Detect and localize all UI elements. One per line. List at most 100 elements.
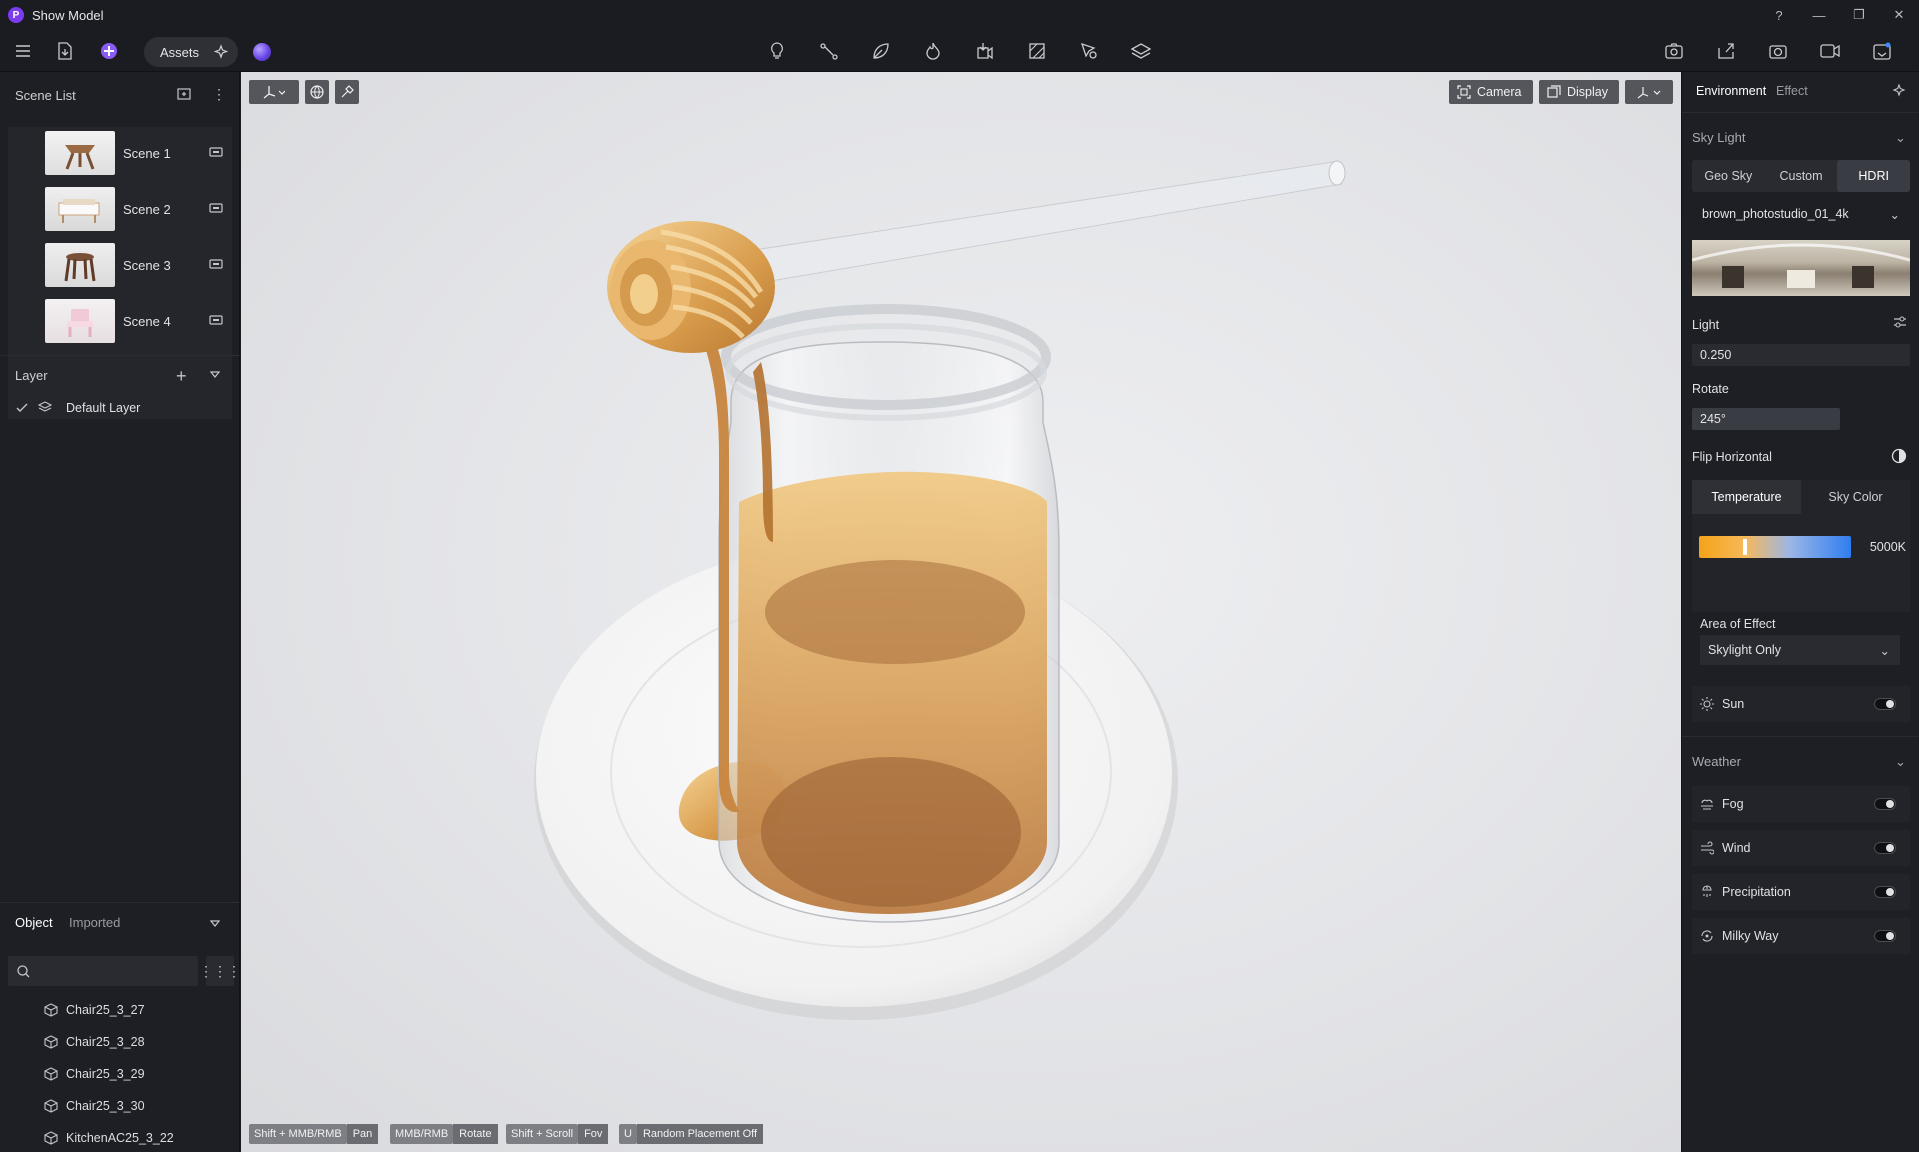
check-icon[interactable] <box>16 401 28 416</box>
tab-effect[interactable]: Effect <box>1776 84 1808 98</box>
layers-stack-icon[interactable] <box>1128 38 1154 64</box>
render-scene <box>534 160 1346 1020</box>
main-toolbar: Assets <box>0 30 1919 72</box>
galaxy-icon <box>1701 930 1713 942</box>
list-item[interactable]: KitchenAC25_3_22 <box>0 1125 240 1151</box>
list-item[interactable]: Chair25_3_29 <box>0 1061 240 1087</box>
fog-toggle-row[interactable]: Fog <box>1692 786 1910 822</box>
sky-mode-hdri[interactable]: HDRI <box>1837 160 1911 192</box>
chevron-down-icon[interactable]: ⌄ <box>1895 130 1906 145</box>
import-file-icon[interactable] <box>52 38 78 64</box>
tab-sky-color[interactable]: Sky Color <box>1801 480 1910 514</box>
list-item[interactable]: Chair25_3_30 <box>0 1093 240 1119</box>
list-item[interactable]: Chair25_3_28 <box>0 1029 240 1055</box>
leaf-icon[interactable] <box>868 38 894 64</box>
more-options-icon[interactable]: ⋮ <box>212 86 226 103</box>
scene-camera-icon[interactable] <box>209 202 223 214</box>
scene-camera-icon[interactable] <box>209 146 223 158</box>
texture-icon[interactable] <box>1024 38 1050 64</box>
material-orb-icon[interactable] <box>253 43 271 61</box>
precipitation-label: Precipitation <box>1722 885 1791 899</box>
chevron-down-icon[interactable]: ⌄ <box>1895 754 1906 769</box>
add-scene-icon[interactable] <box>177 88 191 103</box>
object-label: Chair25_3_28 <box>66 1035 145 1049</box>
wind-toggle[interactable] <box>1874 842 1896 854</box>
area-of-effect-dropdown[interactable]: Skylight Only ⌄ <box>1700 635 1900 665</box>
scene-item[interactable]: Scene 1 <box>8 127 232 183</box>
filter-icon[interactable] <box>209 917 221 932</box>
sky-mode-custom[interactable]: Custom <box>1765 160 1838 192</box>
rotate-input[interactable]: 245° <box>1692 408 1840 430</box>
contrast-toggle-icon[interactable] <box>1891 448 1907 467</box>
milky-way-toggle-row[interactable]: Milky Way <box>1692 918 1910 954</box>
sky-mode-geo-sky[interactable]: Geo Sky <box>1692 160 1765 192</box>
tab-object[interactable]: Object <box>15 915 53 930</box>
scene-list-title: Scene List <box>15 87 76 103</box>
add-layer-icon[interactable]: + <box>176 366 187 387</box>
temperature-slider[interactable] <box>1699 536 1851 558</box>
hdri-preview[interactable] <box>1692 240 1910 296</box>
wind-icon <box>1701 841 1714 855</box>
path-tool-icon[interactable] <box>816 38 842 64</box>
slider-handle[interactable] <box>1743 539 1747 555</box>
scene-item[interactable]: Scene 4 <box>8 295 232 351</box>
shortcut-hint: U Random Placement Off <box>619 1124 764 1144</box>
ai-assistant-icon[interactable] <box>96 38 122 64</box>
layer-item[interactable]: Default Layer <box>0 394 240 422</box>
light-bulb-icon[interactable] <box>764 38 790 64</box>
help-icon[interactable]: ? <box>1759 0 1799 30</box>
paint-pen-icon[interactable] <box>1076 38 1102 64</box>
tab-temperature[interactable]: Temperature <box>1692 480 1801 514</box>
sparkle-icon[interactable] <box>213 44 230 63</box>
sparkle-settings-icon[interactable] <box>1892 83 1907 101</box>
hdri-dropdown[interactable]: brown_photostudio_01_4k ⌄ <box>1692 200 1910 228</box>
restore-button[interactable]: ❐ <box>1839 0 1879 30</box>
tab-imported[interactable]: Imported <box>69 915 120 930</box>
fire-icon[interactable] <box>920 38 946 64</box>
scene-camera-icon[interactable] <box>209 258 223 270</box>
scene-item[interactable]: Scene 2 <box>8 183 232 239</box>
render-camera-icon[interactable] <box>1661 38 1687 64</box>
wind-toggle-row[interactable]: Wind <box>1692 830 1910 866</box>
object-search-input[interactable] <box>8 956 198 986</box>
scene-item[interactable]: Scene 3 <box>8 239 232 295</box>
filter-icon[interactable] <box>209 368 221 383</box>
wind-label: Wind <box>1722 841 1751 855</box>
cube-icon <box>44 1131 58 1145</box>
chevron-down-icon: ⌄ <box>1889 207 1900 222</box>
fog-label: Fog <box>1722 797 1744 811</box>
precipitation-toggle-row[interactable]: Precipitation <box>1692 874 1910 910</box>
close-button[interactable]: ✕ <box>1879 0 1919 30</box>
cube-icon <box>44 1067 58 1081</box>
scene-camera-icon[interactable] <box>209 314 223 326</box>
precipitation-toggle[interactable] <box>1874 886 1896 898</box>
sun-toggle-row[interactable]: Sun <box>1692 686 1910 722</box>
tab-environment[interactable]: Environment <box>1696 84 1766 98</box>
publish-icon[interactable] <box>1869 38 1895 64</box>
hint-key: MMB/RMB <box>390 1124 454 1144</box>
minimize-button[interactable]: — <box>1799 0 1839 30</box>
left-panel: Scene List ⋮ Scene 1 Scene 2 Scene 3 Sce… <box>0 72 241 1152</box>
adjust-icon[interactable] <box>1893 316 1907 331</box>
assets-button[interactable]: Assets <box>144 37 238 67</box>
cube-icon <box>44 1003 58 1017</box>
menu-icon[interactable] <box>10 38 36 64</box>
scene-list-header: Scene List ⋮ <box>0 75 240 115</box>
fog-toggle[interactable] <box>1874 798 1896 810</box>
list-item[interactable]: Chair25_3_27 <box>0 997 240 1023</box>
scene-thumbnail <box>45 299 115 343</box>
title-bar: P Show Model ? — ❐ ✕ <box>0 0 1919 30</box>
milky-way-toggle[interactable] <box>1874 930 1896 942</box>
video-icon[interactable] <box>1817 38 1843 64</box>
grid-view-button[interactable]: ⋮⋮⋮ <box>199 956 241 986</box>
scene-thumbnail <box>45 243 115 287</box>
light-intensity-input[interactable]: 0.250 <box>1692 344 1910 366</box>
screenshot-icon[interactable] <box>1765 38 1791 64</box>
hint-action: Rotate <box>453 1124 498 1144</box>
viewport-3d[interactable]: Camera Display Shift + MMB/RMB Pan MMB/R… <box>241 72 1681 1152</box>
box-import-icon[interactable] <box>972 38 998 64</box>
window-title: Show Model <box>32 7 104 23</box>
sun-toggle[interactable] <box>1874 698 1896 710</box>
export-image-icon[interactable] <box>1713 38 1739 64</box>
object-label: KitchenAC25_3_22 <box>66 1131 174 1145</box>
